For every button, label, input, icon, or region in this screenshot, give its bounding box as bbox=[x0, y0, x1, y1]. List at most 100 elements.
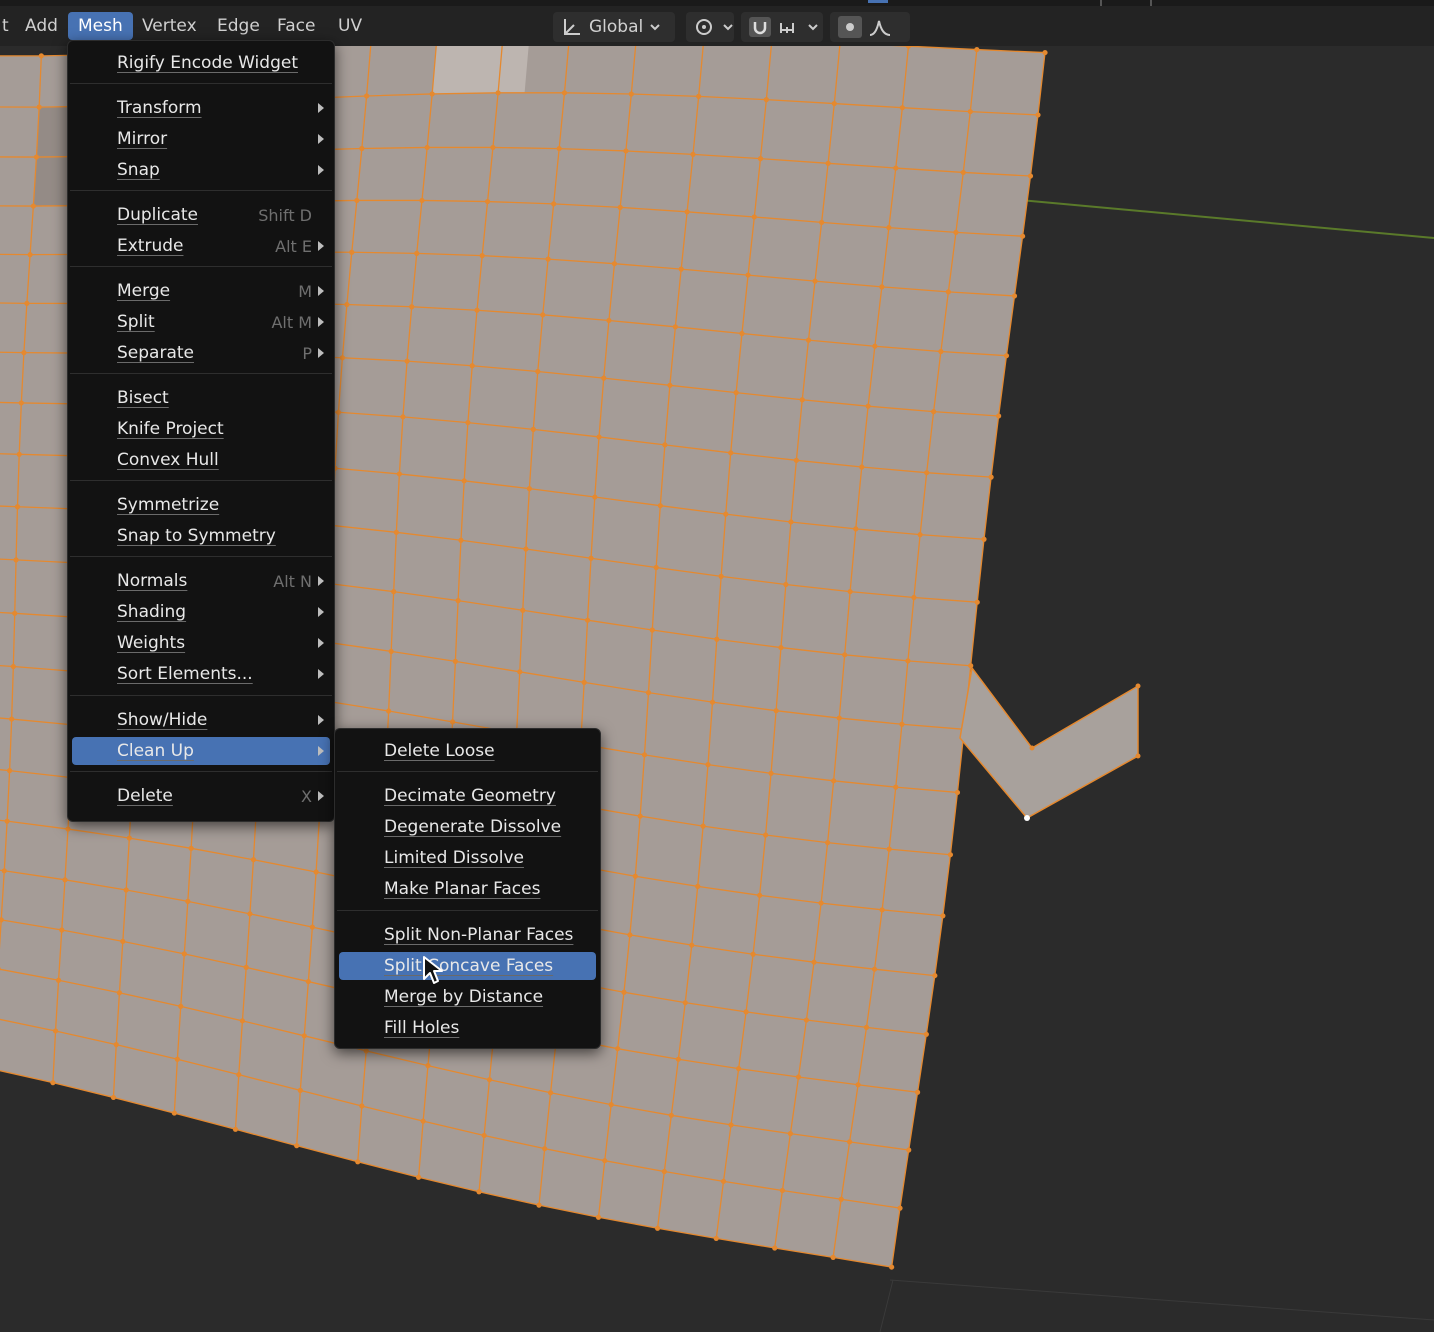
menu-vertex[interactable]: Vertex bbox=[132, 12, 207, 40]
mesh-menu-item-clean-up[interactable]: Clean Up bbox=[72, 737, 330, 765]
cleanup-item-split-concave-faces[interactable]: Split Concave Faces bbox=[339, 952, 596, 980]
mesh-vertex bbox=[996, 413, 1002, 419]
mesh-menu-item-mirror[interactable]: Mirror bbox=[72, 125, 330, 153]
mesh-vertex bbox=[667, 382, 673, 388]
pivot-point-dropdown[interactable] bbox=[686, 12, 734, 42]
mesh-vertex bbox=[853, 526, 859, 532]
mesh-vertex bbox=[818, 900, 824, 906]
mesh-vertex bbox=[479, 253, 485, 259]
mesh-vertex bbox=[414, 250, 420, 256]
mesh-vertex bbox=[733, 390, 739, 396]
submenu-arrow-icon bbox=[318, 669, 324, 679]
mesh-vertex bbox=[601, 375, 607, 381]
mesh-vertex bbox=[185, 898, 191, 904]
mesh-vertex bbox=[696, 93, 702, 99]
chevron-down-icon bbox=[807, 22, 819, 32]
cleanup-item-limited-dissolve[interactable]: Limited Dissolve bbox=[339, 844, 596, 872]
proportional-edit-group[interactable] bbox=[830, 12, 910, 42]
menu-item-label: Merge by Distance bbox=[384, 987, 544, 1007]
snap-group[interactable] bbox=[741, 12, 823, 42]
mesh-vertex bbox=[879, 907, 885, 913]
menu-item-label: Snap to Symmetry bbox=[117, 526, 276, 546]
mesh-menu-item-separate[interactable]: Separate P bbox=[72, 339, 330, 367]
menu-item-shortcut: M bbox=[298, 282, 312, 301]
mesh-vertex bbox=[181, 951, 187, 957]
menu-mesh[interactable]: Mesh bbox=[68, 12, 133, 40]
mesh-vertex bbox=[960, 169, 966, 176]
menu-item-label: Mirror bbox=[117, 129, 168, 149]
mesh-vertex bbox=[1035, 112, 1041, 118]
mesh-menu-item-sort-elements[interactable]: Sort Elements... bbox=[72, 660, 330, 688]
menu-add[interactable]: Add bbox=[15, 12, 68, 40]
cleanup-item-make-planar-faces[interactable]: Make Planar Faces bbox=[339, 875, 596, 903]
mesh-vertex bbox=[6, 768, 13, 774]
cleanup-item-fill-holes[interactable]: Fill Holes bbox=[339, 1014, 596, 1042]
mesh-vertex bbox=[905, 658, 911, 664]
mesh-menu-item-snap-to-symmetry[interactable]: Snap to Symmetry bbox=[72, 522, 330, 550]
mesh-vertex bbox=[452, 658, 458, 664]
mesh-vertex bbox=[723, 511, 729, 517]
mesh-vertex bbox=[120, 938, 126, 944]
mesh-vertex bbox=[865, 403, 871, 409]
mesh-vertex bbox=[13, 557, 19, 563]
mesh-menu-item-duplicate[interactable]: Duplicate Shift D bbox=[72, 201, 330, 229]
mesh-vertex bbox=[415, 1174, 422, 1180]
mesh-menu-item-knife-project[interactable]: Knife Project bbox=[72, 415, 330, 443]
mesh-menu-item-convex-hull[interactable]: Convex Hull bbox=[72, 446, 330, 474]
mesh-menu-item-extrude[interactable]: Extrude Alt E bbox=[72, 232, 330, 260]
mesh-vertex bbox=[757, 892, 763, 898]
mesh-menu-item-rigify-encode-widget[interactable]: Rigify Encode Widget bbox=[72, 49, 330, 77]
mesh-vertex bbox=[461, 478, 467, 484]
mesh-menu-item-bisect[interactable]: Bisect bbox=[72, 384, 330, 412]
cleanup-item-split-non-planar-faces[interactable]: Split Non-Planar Faces bbox=[339, 921, 596, 949]
mesh-vertex bbox=[763, 97, 769, 103]
mesh-vertex bbox=[305, 978, 311, 985]
mesh-menu-item-symmetrize[interactable]: Symmetrize bbox=[72, 491, 330, 519]
mesh-vertex bbox=[55, 977, 62, 983]
mesh-vertex bbox=[349, 249, 355, 255]
mesh-vertex bbox=[359, 1103, 365, 1109]
transform-orientation-dropdown[interactable]: Global bbox=[553, 12, 675, 42]
submenu-arrow-icon bbox=[318, 286, 324, 296]
mesh-vertex bbox=[945, 289, 951, 295]
mesh-menu-item-merge[interactable]: Merge M bbox=[72, 277, 330, 305]
submenu-arrow-icon bbox=[318, 165, 324, 175]
mesh-vertex bbox=[178, 1003, 184, 1009]
mesh-menu-item-snap[interactable]: Snap bbox=[72, 156, 330, 184]
menu-edge[interactable]: Edge bbox=[207, 12, 270, 40]
cleanup-item-delete-loose[interactable]: Delete Loose bbox=[339, 737, 596, 765]
mesh-vertex bbox=[728, 450, 734, 456]
cleanup-item-decimate-geometry[interactable]: Decimate Geometry bbox=[339, 782, 596, 810]
mesh-menu-item-show-hide[interactable]: Show/Hide bbox=[72, 706, 330, 734]
mesh-vertex bbox=[21, 350, 27, 356]
cleanup-item-merge-by-distance[interactable]: Merge by Distance bbox=[339, 983, 596, 1011]
orientation-icon bbox=[561, 17, 583, 37]
mesh-vertex bbox=[632, 873, 638, 879]
menu-item-label: Separate bbox=[117, 343, 194, 363]
mesh-vertex bbox=[250, 857, 257, 863]
mesh-vertex bbox=[561, 90, 568, 96]
menu-item-label: Extrude bbox=[117, 236, 184, 256]
mesh-vertex bbox=[363, 1048, 369, 1054]
menu-uv[interactable]: UV bbox=[328, 12, 372, 40]
mesh-vertex bbox=[872, 343, 878, 349]
mesh-vertex bbox=[859, 464, 865, 470]
menu-face[interactable]: Face bbox=[267, 12, 325, 40]
mesh-menu-item-normals[interactable]: Normals Alt N bbox=[72, 567, 330, 595]
mesh-vertex bbox=[409, 304, 415, 310]
menu-separator bbox=[70, 695, 332, 696]
mesh-menu-item-split[interactable]: Split Alt M bbox=[72, 308, 330, 336]
mesh-vertex bbox=[793, 457, 799, 463]
mesh-menu-item-transform[interactable]: Transform bbox=[72, 94, 330, 122]
mesh-vertex bbox=[886, 225, 892, 231]
submenu-arrow-icon bbox=[318, 241, 324, 251]
mesh-menu-item-delete[interactable]: Delete X bbox=[72, 782, 330, 810]
mesh-vertex bbox=[1020, 233, 1026, 239]
cleanup-item-degenerate-dissolve[interactable]: Degenerate Dissolve bbox=[339, 813, 596, 841]
mesh-vertex bbox=[788, 519, 794, 525]
mesh-vertex bbox=[889, 1264, 895, 1270]
mesh-vertex bbox=[974, 599, 980, 605]
mesh-menu-item-shading[interactable]: Shading bbox=[72, 598, 330, 626]
mesh-menu-item-weights[interactable]: Weights bbox=[72, 629, 330, 657]
mesh-vertex bbox=[420, 1118, 426, 1124]
